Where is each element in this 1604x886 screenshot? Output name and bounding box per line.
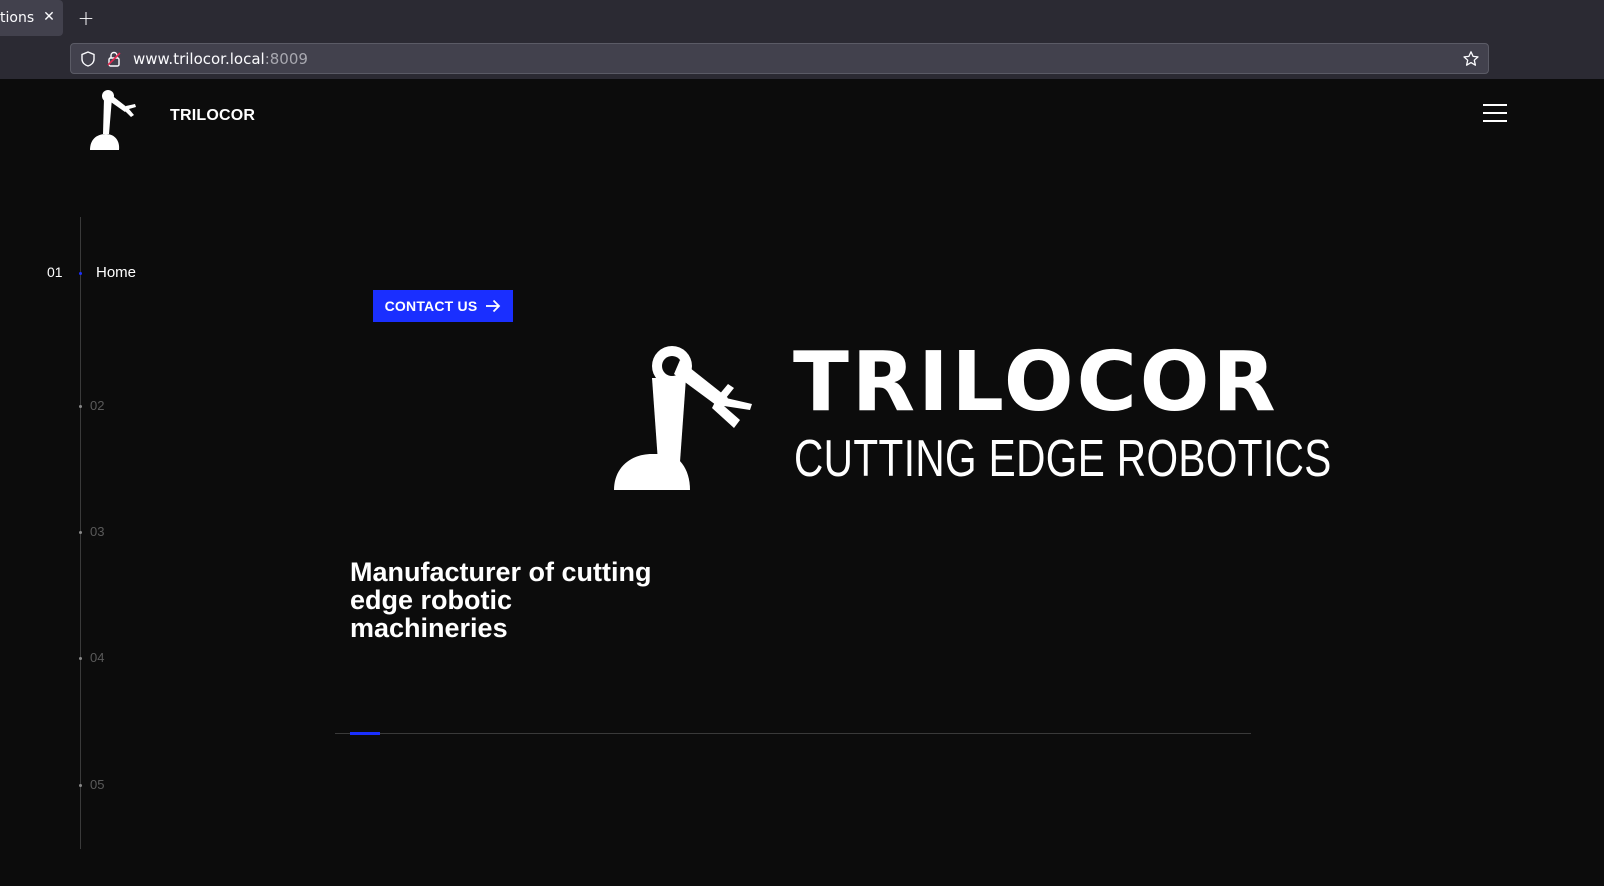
nav-buttons-area: [0, 38, 70, 79]
side-nav-item-home[interactable]: Home: [96, 264, 136, 281]
arrow-right-icon: [486, 299, 501, 313]
side-nav-dot-active: [79, 272, 82, 275]
url-host: www.trilocor.local: [133, 50, 265, 68]
browser-nav-bar: www.trilocor.local:8009: [0, 38, 1604, 80]
brand-subtitle: CUTTING EDGE ROBOTICS: [794, 430, 1332, 488]
side-nav-number-active[interactable]: 01: [47, 264, 63, 280]
contact-us-label: CONTACT US: [384, 298, 478, 314]
side-nav-dot: [79, 405, 82, 408]
shield-icon[interactable]: [79, 50, 97, 68]
hamburger-menu-icon[interactable]: [1483, 104, 1507, 122]
side-nav-item-03[interactable]: 03: [90, 524, 104, 539]
side-nav-dot: [79, 657, 82, 660]
slide-progress-fill: [350, 732, 380, 735]
url-port: :8009: [264, 50, 308, 68]
side-nav-dot: [79, 784, 82, 787]
browser-tab-bar: tions ✕ +: [0, 0, 1604, 38]
browser-tab[interactable]: tions ✕: [0, 0, 63, 36]
slide-progress-track: [335, 733, 1251, 734]
side-nav-item-02[interactable]: 02: [90, 398, 104, 413]
tab-close-icon[interactable]: ✕: [41, 9, 57, 25]
contact-us-button[interactable]: CONTACT US: [373, 290, 513, 322]
url-bar[interactable]: www.trilocor.local:8009: [70, 43, 1489, 74]
page: TRILOCOR 01 Home 02 03 04 05 CONTACT US …: [0, 80, 1604, 886]
hero-tagline: Manufacturer of cutting edge robotic mac…: [350, 557, 652, 643]
tab-title: tions: [0, 10, 35, 26]
robot-arm-brand-icon: [614, 346, 752, 490]
site-name[interactable]: TRILOCOR: [170, 107, 255, 125]
new-tab-icon[interactable]: +: [76, 8, 96, 28]
side-nav-dot: [79, 531, 82, 534]
bookmark-star-icon[interactable]: [1462, 50, 1480, 68]
brand-title: TRILOCOR: [793, 335, 1279, 430]
insecure-lock-icon[interactable]: [105, 50, 123, 68]
robot-arm-logo-icon[interactable]: [88, 88, 150, 150]
url-text[interactable]: www.trilocor.local:8009: [133, 50, 308, 68]
side-nav-item-04[interactable]: 04: [90, 650, 104, 665]
side-nav-item-05[interactable]: 05: [90, 777, 104, 792]
